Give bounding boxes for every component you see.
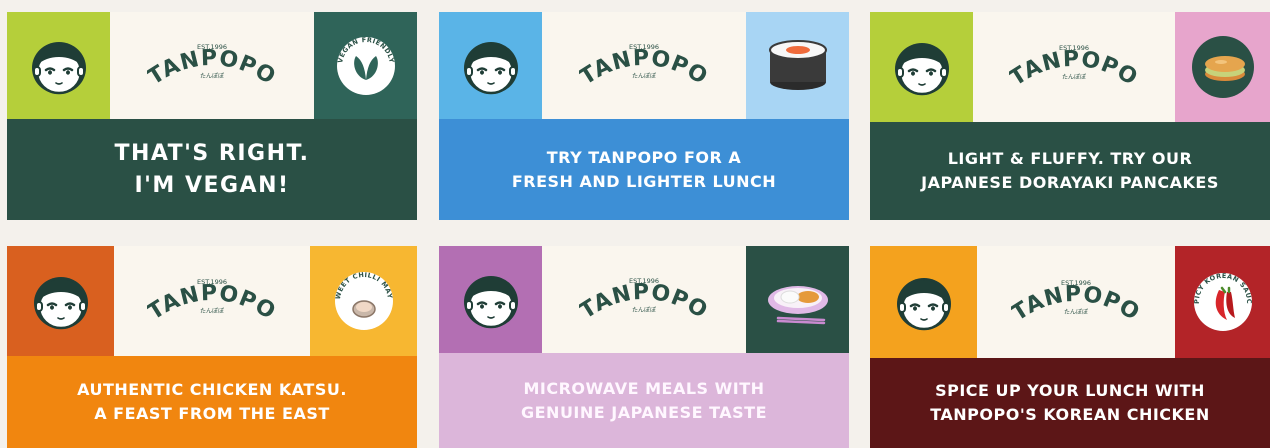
girl-face-icon — [896, 278, 951, 331]
banner-caption: SPICE UP YOUR LUNCH WITH TANPOPO'S KOREA… — [870, 358, 1270, 448]
tanpopo-logo-icon: EST.1996 TANPOPO たんぽぽ — [147, 43, 277, 90]
tanpopo-logo-icon: EST.1996 TANPOPO たんぽぽ — [147, 278, 277, 326]
girl-face-icon — [31, 41, 86, 94]
caption-line: A FEAST FROM THE EAST — [94, 404, 330, 423]
svg-text:TANPOPO: TANPOPO — [1011, 282, 1141, 327]
caption-line: AUTHENTIC CHICKEN KATSU. — [77, 380, 347, 399]
tanpopo-logo: EST.1996 TANPOPO たんぽぽ — [114, 246, 310, 356]
svg-text:TANPOPO: TANPOPO — [579, 45, 709, 90]
girl-face-icon — [33, 277, 88, 330]
banner-card-korean[interactable]: EST.1996 TANPOPO たんぽぽ SPICY KOREAN SAUCE… — [870, 246, 1270, 448]
katsu-plate-chopsticks-icon — [767, 285, 828, 324]
caption-line: MICROWAVE MEALS WITH — [523, 378, 765, 398]
caption-line: SPICE UP YOUR LUNCH WITH — [935, 381, 1205, 400]
sweet-chilli-mayo-icon: SWEET CHILLI MAYO — [330, 267, 393, 330]
tanpopo-logo: EST.1996 TANPOPO たんぽぽ — [110, 12, 314, 119]
banner-caption: LIGHT & FLUFFY. TRY OUR JAPANESE DORAYAK… — [870, 122, 1270, 220]
face-panel — [439, 246, 542, 353]
banner-caption: AUTHENTIC CHICKEN KATSU. A FEAST FROM TH… — [7, 356, 417, 448]
caption-line: TRY TANPOPO FOR A — [546, 147, 742, 167]
product-panel: SPICY KOREAN SAUCE — [1175, 246, 1270, 358]
sushi-roll-icon — [768, 39, 827, 90]
svg-text:TANPOPO: TANPOPO — [579, 279, 709, 324]
face-panel — [439, 12, 542, 119]
svg-text:TANPOPO: TANPOPO — [1009, 47, 1139, 92]
caption-line: TANPOPO'S KOREAN CHICKEN — [930, 405, 1210, 424]
product-panel — [746, 12, 849, 119]
banner-caption: MICROWAVE MEALS WITH GENUINE JAPANESE TA… — [439, 353, 849, 448]
product-panel — [1175, 12, 1270, 122]
girl-face-icon — [463, 41, 518, 94]
caption-line: GENUINE JAPANESE TASTE — [520, 402, 768, 422]
dorayaki-pancake-icon — [1191, 36, 1254, 98]
banner-card-sushi[interactable]: EST.1996 TANPOPO たんぽぽ TRY TANPOPO FOR A … — [439, 12, 849, 220]
tanpopo-logo: EST.1996 TANPOPO たんぽぽ — [973, 12, 1175, 122]
face-panel — [870, 12, 973, 122]
product-panel: VEGAN FRIENDLY — [314, 12, 417, 119]
svg-text:たんぽぽ: たんぽぽ — [1062, 73, 1086, 81]
tanpopo-logo: EST.1996 TANPOPO たんぽぽ — [977, 246, 1175, 358]
banner-caption: TRY TANPOPO FOR A FRESH AND LIGHTER LUNC… — [439, 119, 849, 220]
face-panel — [870, 246, 977, 358]
svg-text:TANPOPO: TANPOPO — [147, 45, 277, 90]
banner-card-katsu[interactable]: EST.1996 TANPOPO たんぽぽ SWEET CHILLI MAYO … — [7, 246, 417, 448]
tanpopo-logo: EST.1996 TANPOPO たんぽぽ — [542, 246, 746, 353]
vegan-leaf-badge-icon: VEGAN FRIENDLY — [336, 35, 395, 95]
banner-caption: THAT'S RIGHT. I'M VEGAN! — [7, 119, 417, 220]
girl-face-icon — [894, 43, 949, 96]
tanpopo-logo: EST.1996 TANPOPO たんぽぽ — [542, 12, 746, 119]
product-panel: SWEET CHILLI MAYO — [310, 246, 417, 356]
svg-text:たんぽぽ: たんぽぽ — [1064, 308, 1088, 316]
tanpopo-logo-icon: EST.1996 TANPOPO たんぽぽ — [579, 43, 709, 90]
banner-card-microwave[interactable]: EST.1996 TANPOPO たんぽぽ MICROWAVE MEALS WI… — [439, 246, 849, 448]
banner-card-dorayaki[interactable]: EST.1996 TANPOPO たんぽぽ LIGHT & FLUFFY. TR… — [870, 12, 1270, 220]
banner-card-vegan[interactable]: EST.1996 TANPOPO たんぽぽ VEGAN FRIENDLY THA… — [7, 12, 417, 220]
caption-line: LIGHT & FLUFFY. TRY OUR — [947, 149, 1193, 168]
girl-face-icon — [463, 275, 518, 328]
tanpopo-logo-icon: EST.1996 TANPOPO たんぽぽ — [1009, 44, 1139, 92]
svg-text:たんぽぽ: たんぽぽ — [200, 307, 224, 315]
tanpopo-logo-icon: EST.1996 TANPOPO たんぽぽ — [579, 277, 709, 324]
caption-line: FRESH AND LIGHTER LUNCH — [511, 171, 777, 191]
caption-line: THAT'S RIGHT. — [114, 140, 310, 166]
product-panel — [746, 246, 849, 353]
tanpopo-logo-icon: EST.1996 TANPOPO たんぽぽ — [1011, 279, 1141, 327]
chilli-pepper-icon: SPICY KOREAN SAUCE — [1189, 268, 1252, 331]
svg-text:TANPOPO: TANPOPO — [147, 281, 277, 326]
svg-text:たんぽぽ: たんぽぽ — [200, 72, 224, 80]
face-panel — [7, 12, 110, 119]
caption-line: JAPANESE DORAYAKI PANCAKES — [921, 173, 1219, 192]
face-panel — [7, 246, 114, 356]
svg-text:たんぽぽ: たんぽぽ — [632, 306, 656, 314]
caption-line: I'M VEGAN! — [134, 172, 290, 198]
svg-text:たんぽぽ: たんぽぽ — [632, 72, 656, 80]
